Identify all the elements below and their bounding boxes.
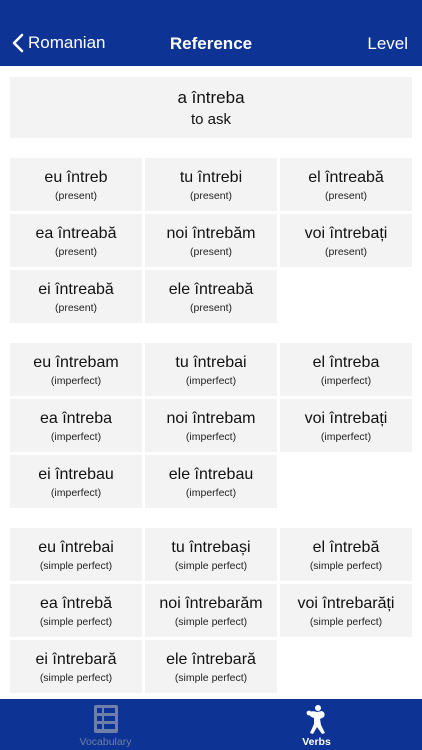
tab-verbs-label: Verbs <box>302 736 331 748</box>
tense-label: (imperfect) <box>320 431 372 443</box>
conjugation-form: voi întrebați <box>304 225 388 242</box>
tense-label: (present) <box>189 302 232 314</box>
conjugation-cell[interactable]: ea întreabă (present) <box>10 214 142 267</box>
conjugation-cell[interactable]: ei întreabă (present) <box>10 270 142 323</box>
verb-header-card: a întreba to ask <box>10 77 412 138</box>
conjugation-cell[interactable]: el întreba (imperfect) <box>280 343 412 396</box>
tense-label: (present) <box>324 190 367 202</box>
conjugation-form: ele întrebau <box>168 466 254 483</box>
conjugation-form: ele întrebară <box>166 651 256 668</box>
tense-label: (simple perfect) <box>309 616 383 628</box>
tense-label: (simple perfect) <box>309 560 383 572</box>
tense-label: (present) <box>189 190 232 202</box>
navigation-bar: Romanian Reference Level <box>0 0 422 66</box>
tense-label: (present) <box>54 246 97 258</box>
tense-label: (present) <box>324 246 367 258</box>
conjugation-form: noi întrebăm <box>166 225 256 242</box>
tense-label: (present) <box>54 302 97 314</box>
conjugation-form: tu întrebași <box>171 539 251 556</box>
conjugation-cell[interactable]: eu întreb (present) <box>10 158 142 211</box>
conjugation-cell[interactable]: eu întrebam (imperfect) <box>10 343 142 396</box>
conjugation-cell[interactable]: voi întrebați (present) <box>280 214 412 267</box>
conjugation-form: ea întreabă <box>35 225 117 242</box>
level-button[interactable]: Level <box>367 34 408 54</box>
conjugation-form: ea întreba <box>39 410 113 427</box>
conjugation-cell[interactable]: noi întrebarăm (simple perfect) <box>145 584 277 637</box>
conjugation-group-simple-perfect: eu întrebai (simple perfect) tu întrebași… <box>10 528 412 693</box>
conjugation-cell[interactable]: ele întreabă (present) <box>145 270 277 323</box>
verb-translation: to ask <box>190 111 232 128</box>
conjugation-form: eu întrebam <box>33 354 119 371</box>
conjugation-cell[interactable]: noi întrebăm (present) <box>145 214 277 267</box>
conjugation-cell[interactable]: el întreabă (present) <box>280 158 412 211</box>
tense-label: (simple perfect) <box>174 560 248 572</box>
discus-thrower-icon <box>306 705 325 734</box>
conjugation-form: ei întrebau <box>38 466 114 483</box>
conjugation-cell[interactable]: voi întrebați (imperfect) <box>280 399 412 452</box>
conjugation-group-imperfect: eu întrebam (imperfect) tu întrebai (imper… <box>10 343 412 508</box>
conjugation-cell[interactable]: ele întrebau (imperfect) <box>145 455 277 508</box>
conjugation-form: ele întreabă <box>168 281 254 298</box>
conjugation-form: eu întrebai <box>38 539 114 556</box>
conjugation-cell[interactable]: tu întrebi (present) <box>145 158 277 211</box>
conjugation-cell[interactable]: tu întrebai (imperfect) <box>145 343 277 396</box>
conjugation-cell[interactable]: ei întrebau (imperfect) <box>10 455 142 508</box>
tense-label: (simple perfect) <box>39 672 113 684</box>
conjugation-cell[interactable]: eu întrebai (simple perfect) <box>10 528 142 581</box>
tense-label: (imperfect) <box>320 375 372 387</box>
tense-label: (present) <box>54 190 97 202</box>
tense-label: (simple perfect) <box>39 560 113 572</box>
tab-vocabulary[interactable]: Vocabulary <box>0 699 211 750</box>
conjugation-form: voi întrebați <box>304 410 388 427</box>
conjugation-form: el întrebă <box>312 539 380 556</box>
tab-verbs[interactable]: Verbs <box>211 699 422 750</box>
tense-label: (present) <box>189 246 232 258</box>
verb-infinitive: a întreba <box>177 88 245 107</box>
page-title: Reference <box>169 34 253 53</box>
conjugation-form: noi întrebarăm <box>159 595 263 612</box>
conjugation-cell[interactable]: noi întrebam (imperfect) <box>145 399 277 452</box>
tense-label: (imperfect) <box>185 375 237 387</box>
conjugation-cell[interactable]: ele întrebară (simple perfect) <box>145 640 277 693</box>
tense-label: (imperfect) <box>50 487 102 499</box>
conjugation-cell[interactable]: ea întrebă (simple perfect) <box>10 584 142 637</box>
conjugation-form: el întreabă <box>308 169 384 186</box>
conjugation-form: ei întrebară <box>35 651 117 668</box>
conjugation-group-present: eu întreb (present) tu întrebi (present) e… <box>10 158 412 323</box>
conjugation-form: ei întreabă <box>38 281 114 298</box>
conjugation-cell[interactable]: el întrebă (simple perfect) <box>280 528 412 581</box>
tense-label: (simple perfect) <box>174 672 248 684</box>
conjugation-form: ea întrebă <box>39 595 113 612</box>
conjugation-form: el întreba <box>312 354 380 371</box>
vocabulary-cards-icon <box>94 705 118 733</box>
tab-vocabulary-label: Vocabulary <box>79 736 132 748</box>
tense-label: (imperfect) <box>50 431 102 443</box>
tense-label: (simple perfect) <box>174 616 248 628</box>
conjugation-cell[interactable]: voi întrebarăți (simple perfect) <box>280 584 412 637</box>
tab-bar: Vocabulary Verbs <box>0 699 422 750</box>
tense-label: (imperfect) <box>185 431 237 443</box>
conjugation-form: noi întrebam <box>166 410 256 427</box>
conjugation-form: eu întreb <box>44 169 108 186</box>
conjugation-cell[interactable]: tu întrebași (simple perfect) <box>145 528 277 581</box>
conjugation-form: voi întrebarăți <box>297 595 395 612</box>
conjugation-cell[interactable]: ei întrebară (simple perfect) <box>10 640 142 693</box>
conjugation-form: tu întrebi <box>179 169 243 186</box>
conjugation-cell[interactable]: ea întreba (imperfect) <box>10 399 142 452</box>
tense-label: (imperfect) <box>185 487 237 499</box>
tense-label: (simple perfect) <box>39 616 113 628</box>
conjugation-form: tu întrebai <box>175 354 247 371</box>
tense-label: (imperfect) <box>50 375 102 387</box>
